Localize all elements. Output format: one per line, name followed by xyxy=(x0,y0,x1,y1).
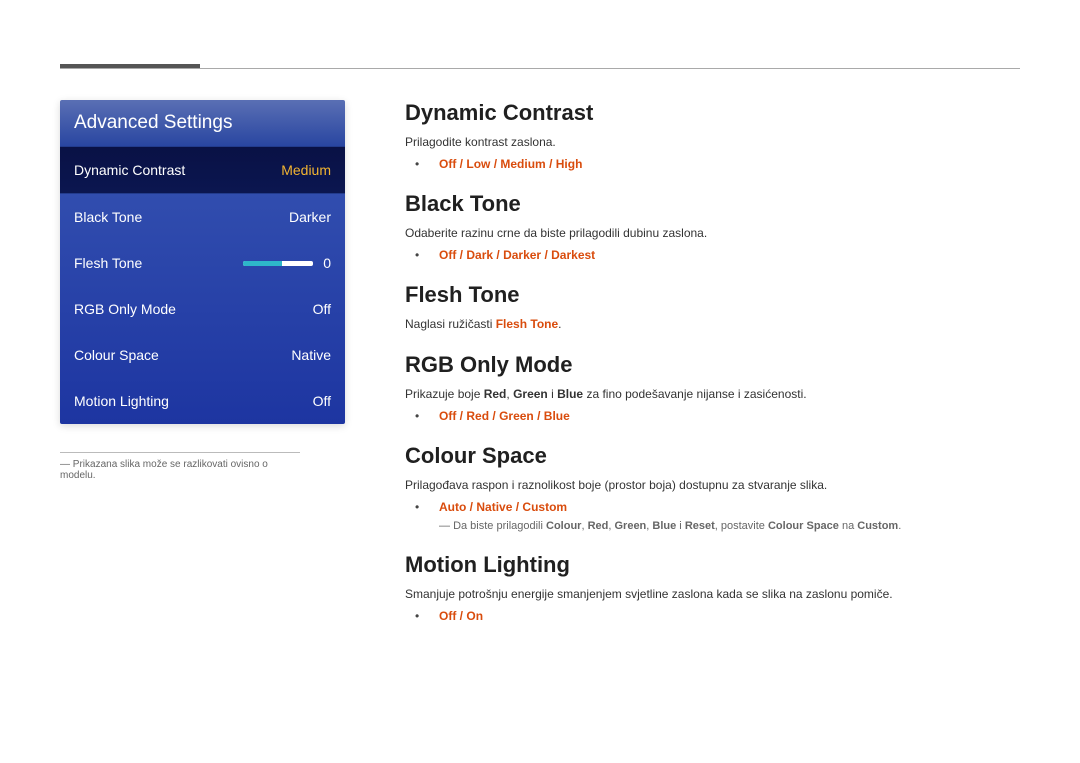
desc-text: . xyxy=(558,317,561,331)
section-title: Motion Lighting xyxy=(405,552,1020,578)
section-desc: Naglasi ružičasti Flesh Tone. xyxy=(405,316,1020,333)
desc-text: Naglasi ružičasti xyxy=(405,317,496,331)
note-text: , postavite xyxy=(715,520,768,532)
section-title: RGB Only Mode xyxy=(405,352,1020,378)
settings-panel-body: Dynamic Contrast Medium Black Tone Darke… xyxy=(60,146,345,424)
flesh-tone-slider[interactable] xyxy=(243,261,313,266)
note-keyword: Reset xyxy=(685,520,715,532)
menu-item-value: 0 xyxy=(323,255,331,271)
menu-item-colour-space[interactable]: Colour Space Native xyxy=(60,332,345,378)
section-colour-space: Colour Space Prilagođava raspon i raznol… xyxy=(405,443,1020,532)
section-title: Flesh Tone xyxy=(405,282,1020,308)
section-title: Dynamic Contrast xyxy=(405,100,1020,126)
menu-item-flesh-tone[interactable]: Flesh Tone 0 xyxy=(60,240,345,286)
right-column: Dynamic Contrast Prilagodite kontrast za… xyxy=(405,100,1020,643)
section-desc: Smanjuje potrošnju energije smanjenjem s… xyxy=(405,586,1020,603)
menu-item-motion-lighting[interactable]: Motion Lighting Off xyxy=(60,378,345,424)
menu-item-label: RGB Only Mode xyxy=(74,301,313,317)
section-options: Off / Red / Green / Blue xyxy=(405,409,1020,423)
menu-item-label: Colour Space xyxy=(74,347,291,363)
page: Advanced Settings Dynamic Contrast Mediu… xyxy=(0,0,1080,763)
note-text: i xyxy=(676,520,685,532)
menu-item-label: Black Tone xyxy=(74,209,289,225)
menu-item-value: Medium xyxy=(281,162,331,178)
desc-keyword: Flesh Tone xyxy=(496,317,558,331)
section-desc: Odaberite razinu crne da biste prilagodi… xyxy=(405,225,1020,242)
settings-panel-title: Advanced Settings xyxy=(60,100,345,146)
option-list: Off / Dark / Darker / Darkest xyxy=(427,248,1020,262)
slider-fill xyxy=(243,261,282,266)
section-options: Off / Low / Medium / High xyxy=(405,157,1020,171)
note-keyword: Colour Space xyxy=(768,520,839,532)
note-keyword: Colour xyxy=(546,520,581,532)
menu-item-black-tone[interactable]: Black Tone Darker xyxy=(60,194,345,240)
section-black-tone: Black Tone Odaberite razinu crne da bist… xyxy=(405,191,1020,262)
section-note: Da biste prilagodili Colour, Red, Green,… xyxy=(439,520,1020,532)
settings-panel: Advanced Settings Dynamic Contrast Mediu… xyxy=(60,100,345,424)
note-text: Da biste prilagodili xyxy=(453,520,546,532)
header-tab xyxy=(60,64,200,68)
section-desc: Prikazuje boje Red, Green i Blue za fino… xyxy=(405,386,1020,403)
menu-item-dynamic-contrast[interactable]: Dynamic Contrast Medium xyxy=(60,146,345,194)
desc-keyword: Blue xyxy=(557,387,583,401)
note-keyword: Green xyxy=(614,520,646,532)
note-keyword: Red xyxy=(588,520,609,532)
menu-item-value: Off xyxy=(313,301,331,317)
panel-footnote: Prikazana slika može se razlikovati ovis… xyxy=(60,452,300,481)
menu-item-value: Darker xyxy=(289,209,331,225)
desc-keyword: Red xyxy=(484,387,507,401)
section-options: Off / On xyxy=(405,609,1020,623)
menu-item-rgb-only[interactable]: RGB Only Mode Off xyxy=(60,286,345,332)
section-rgb-only: RGB Only Mode Prikazuje boje Red, Green … xyxy=(405,352,1020,423)
section-desc: Prilagodite kontrast zaslona. xyxy=(405,134,1020,151)
menu-item-label: Flesh Tone xyxy=(74,255,243,271)
section-dynamic-contrast: Dynamic Contrast Prilagodite kontrast za… xyxy=(405,100,1020,171)
option-list: Off / Red / Green / Blue xyxy=(427,409,1020,423)
content-columns: Advanced Settings Dynamic Contrast Mediu… xyxy=(60,100,1020,643)
note-text: na xyxy=(839,520,857,532)
option-list: Off / On xyxy=(427,609,1020,623)
section-options: Auto / Native / Custom xyxy=(405,500,1020,514)
section-flesh-tone: Flesh Tone Naglasi ružičasti Flesh Tone. xyxy=(405,282,1020,333)
menu-item-value: Off xyxy=(313,393,331,409)
left-column: Advanced Settings Dynamic Contrast Mediu… xyxy=(60,100,345,643)
menu-item-label: Dynamic Contrast xyxy=(74,162,281,178)
desc-text: Prikazuje boje xyxy=(405,387,484,401)
option-list: Off / Low / Medium / High xyxy=(427,157,1020,171)
section-desc: Prilagođava raspon i raznolikost boje (p… xyxy=(405,477,1020,494)
desc-keyword: Green xyxy=(513,387,548,401)
desc-text: i xyxy=(548,387,557,401)
option-list: Auto / Native / Custom xyxy=(427,500,1020,514)
menu-item-label: Motion Lighting xyxy=(74,393,313,409)
desc-text: za fino podešavanje nijanse i zasićenost… xyxy=(583,387,806,401)
section-motion-lighting: Motion Lighting Smanjuje potrošnju energ… xyxy=(405,552,1020,623)
section-options: Off / Dark / Darker / Darkest xyxy=(405,248,1020,262)
menu-item-value: Native xyxy=(291,347,331,363)
menu-item-slider-cell: 0 xyxy=(243,255,331,271)
header-rule xyxy=(60,68,1020,69)
note-keyword: Blue xyxy=(652,520,676,532)
note-keyword: Custom xyxy=(857,520,898,532)
note-text: . xyxy=(898,520,901,532)
section-title: Colour Space xyxy=(405,443,1020,469)
section-title: Black Tone xyxy=(405,191,1020,217)
